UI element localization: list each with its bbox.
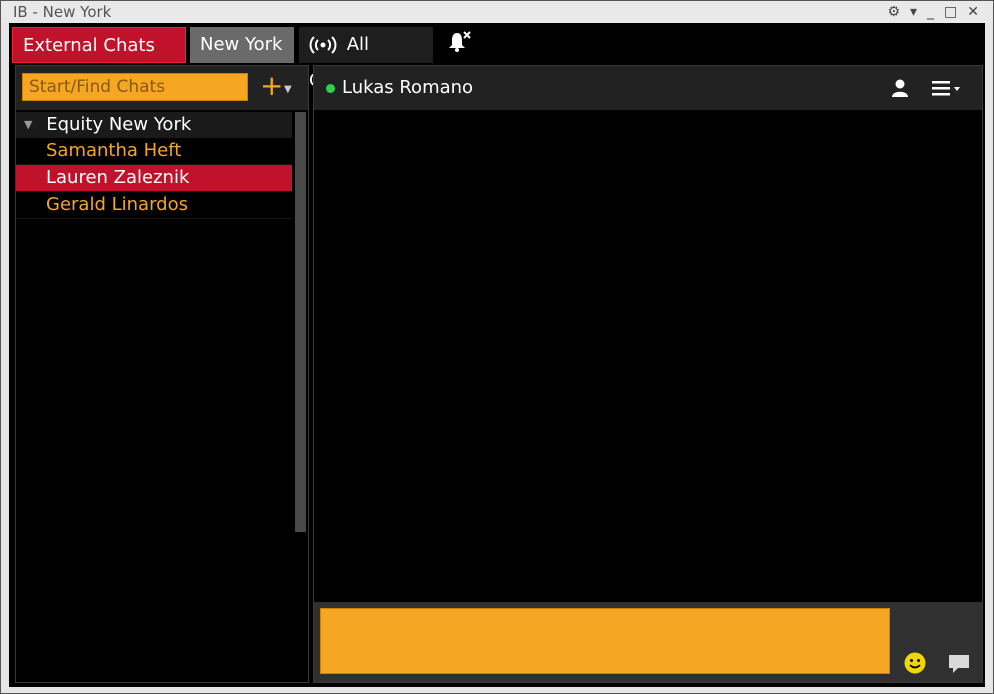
- contact-name: Lukas Romano: [342, 77, 474, 98]
- chevron-down-icon: ▼: [284, 84, 292, 95]
- collapse-triangle-icon[interactable]: ▼: [24, 112, 32, 138]
- title-bar: IB - New York ⚙ ▾ _ □ ✕: [1, 1, 993, 23]
- settings-icon[interactable]: ⚙: [887, 1, 900, 23]
- menu-icon[interactable]: [930, 78, 964, 98]
- emoji-icon[interactable]: [904, 652, 926, 674]
- tab-label: External Chats: [23, 35, 155, 56]
- add-chat-button[interactable]: + ▼: [260, 72, 298, 100]
- user-profile-icon[interactable]: [890, 78, 910, 98]
- settings-dropdown-icon[interactable]: ▾: [910, 1, 917, 23]
- message-area[interactable]: [314, 110, 982, 600]
- window-controls: ⚙ ▾ _ □ ✕: [887, 1, 979, 23]
- window-title: IB - New York: [13, 3, 112, 21]
- minimize-button[interactable]: _: [927, 1, 934, 23]
- maximize-button[interactable]: □: [944, 1, 957, 23]
- message-input[interactable]: [320, 608, 890, 674]
- send-message-icon[interactable]: [948, 654, 970, 674]
- tab-label: New York: [200, 34, 283, 55]
- contact-list: ▼ Equity New York Samantha Heft Lauren Z…: [16, 112, 292, 682]
- tab-bar: External Chats 1 New York All Chats: [9, 23, 985, 94]
- composer: [314, 602, 982, 682]
- tab-new-york[interactable]: New York: [190, 27, 294, 63]
- contacts-panel: + ▼ ▼ Equity New York Samantha Heft Laur…: [15, 65, 309, 683]
- chat-panel: Lukas Romano: [313, 65, 983, 683]
- broadcast-icon: [309, 36, 337, 54]
- group-header[interactable]: ▼ Equity New York: [16, 112, 292, 138]
- app-body: External Chats 1 New York All Chats: [9, 23, 985, 687]
- plus-icon: +: [260, 69, 284, 102]
- contact-list-scrollbar[interactable]: [295, 112, 306, 532]
- close-button[interactable]: ✕: [967, 1, 979, 23]
- group-name: Equity New York: [46, 114, 192, 135]
- bell-muted-icon[interactable]: [446, 29, 472, 55]
- chat-header: Lukas Romano: [314, 66, 982, 110]
- contact-item[interactable]: Gerald Linardos: [16, 192, 292, 219]
- chat-window: IB - New York ⚙ ▾ _ □ ✕ External Chats 1…: [0, 0, 994, 694]
- online-status-dot: [326, 84, 335, 93]
- contact-item-selected[interactable]: Lauren Zaleznik: [16, 165, 292, 192]
- tab-all-chats[interactable]: All Chats: [299, 27, 433, 91]
- tab-external-chats[interactable]: External Chats 1: [12, 27, 186, 94]
- contact-item[interactable]: Samantha Heft: [16, 138, 292, 165]
- search-row: + ▼: [16, 66, 308, 110]
- find-chats-input[interactable]: [22, 73, 248, 101]
